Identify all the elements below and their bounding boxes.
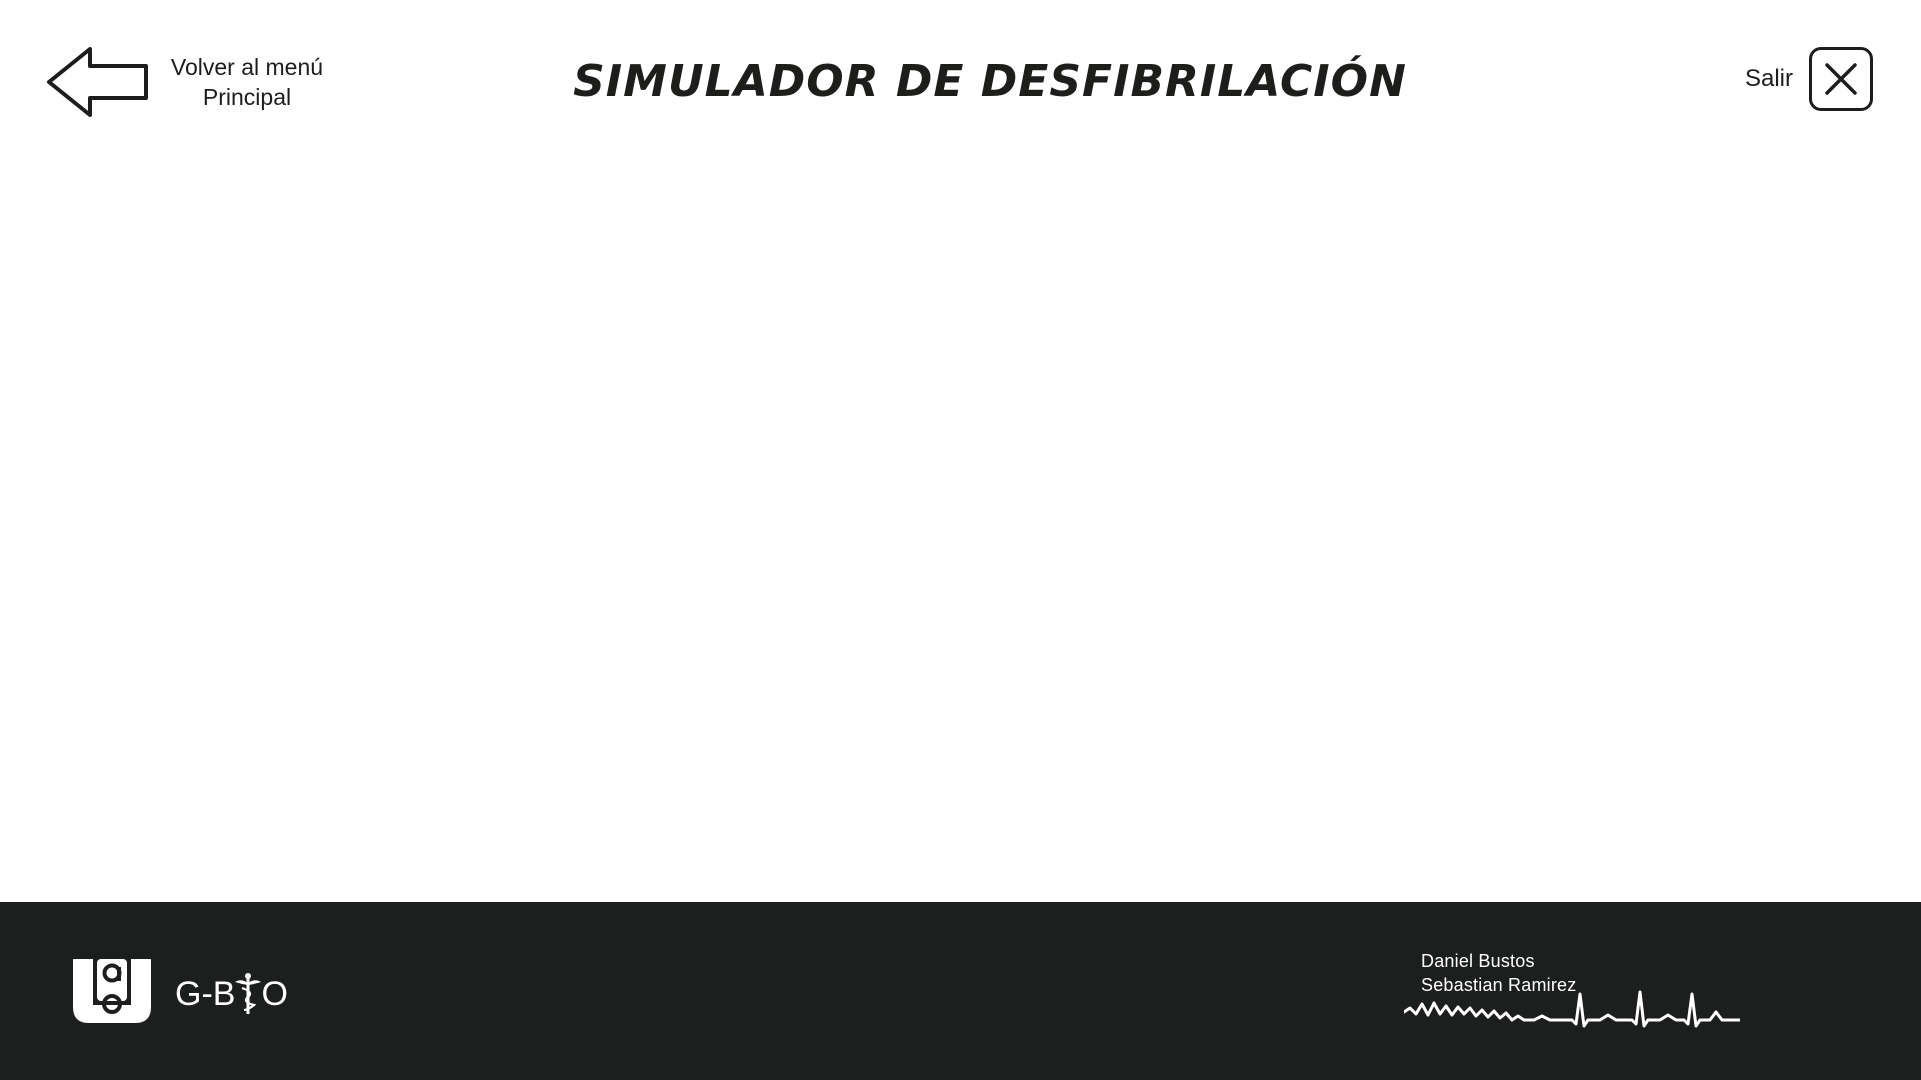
content-area [0, 140, 1921, 902]
exit-group: Salir [1745, 47, 1873, 111]
back-label-line1: Volver al menú [170, 54, 324, 80]
back-label-line2: Principal [202, 84, 292, 110]
arrow-left-outline-icon [47, 47, 148, 117]
gbio-logo: G-B O [175, 972, 288, 1016]
caduceus-icon [235, 973, 262, 1014]
exit-button[interactable] [1809, 47, 1873, 111]
ecg-waveform-icon [1404, 990, 1740, 1028]
gbio-logo-suffix: O [261, 975, 288, 1013]
close-icon [1825, 63, 1857, 95]
simulator-screen: Volver al menú Principal SIMULADOR DE DE… [0, 0, 1921, 1080]
exit-label: Salir [1744, 65, 1793, 92]
back-to-main-menu-button[interactable]: Volver al menú Principal [46, 44, 346, 120]
university-logo-icon [73, 959, 151, 1023]
footer: G-B O Daniel Bustos Sebastian Ramirez [0, 902, 1921, 1080]
author-1: Daniel Bustos [1421, 951, 1535, 971]
back-button-label: Volver al menú Principal [162, 52, 332, 112]
gbio-logo-prefix: G-B [175, 975, 236, 1013]
